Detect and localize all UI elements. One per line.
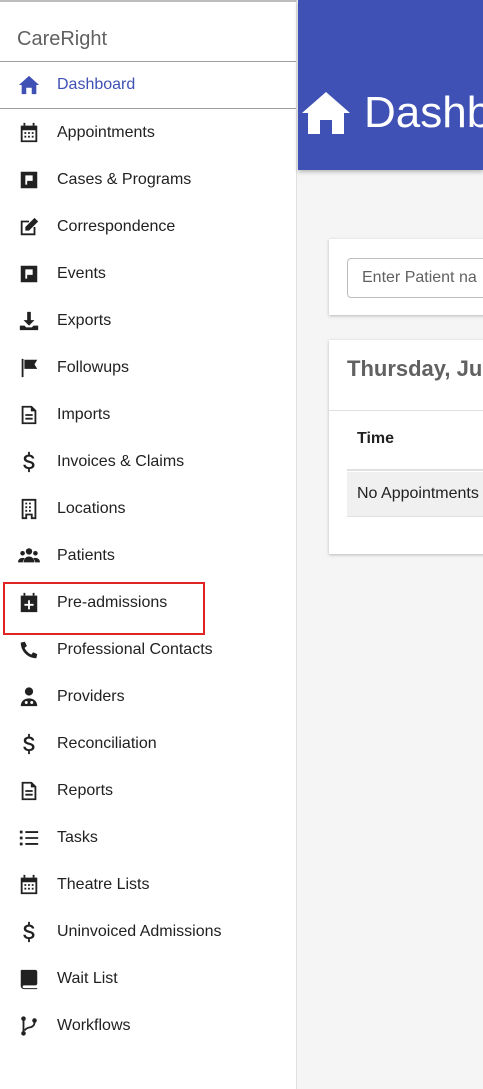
sidebar-item-label: Appointments	[57, 123, 155, 141]
sidebar-item-dashboard[interactable]: Dashboard	[0, 62, 296, 109]
document-icon	[17, 779, 41, 803]
sidebar-item-label: Locations	[57, 499, 126, 517]
appointments-card: Thursday, Ju Time No Appointments	[329, 340, 483, 554]
sidebar-item-label: Providers	[57, 687, 125, 705]
sidebar-item-label: Reports	[57, 781, 114, 799]
patient-search-card	[329, 239, 483, 315]
sidebar-item-label: Events	[57, 264, 106, 282]
sidebar-item-label: Pre-admissions	[57, 593, 168, 611]
sidebar-item-workflows[interactable]: Workflows	[0, 1002, 296, 1049]
branch-icon	[17, 1014, 41, 1038]
sidebar-item-label: Professional Contacts	[57, 640, 213, 658]
sidebar-item-theatre-lists[interactable]: Theatre Lists	[0, 861, 296, 908]
sidebar-item-label: Patients	[57, 546, 115, 564]
calendar-plus-icon	[17, 591, 41, 615]
appointments-date: Thursday, Ju	[347, 356, 483, 381]
sidebar-item-followups[interactable]: Followups	[0, 344, 296, 391]
sidebar-nav: Dashboard Appointments Cases & Programs Cor…	[0, 62, 296, 1049]
dollar-icon	[17, 732, 41, 756]
sidebar-item-label: Workflows	[57, 1016, 131, 1034]
sidebar-item-label: Uninvoiced Admissions	[57, 922, 222, 940]
patient-search-input[interactable]	[347, 258, 483, 298]
page-header: Dashb	[298, 0, 483, 170]
sidebar-item-label: Invoices & Claims	[57, 452, 185, 470]
sidebar-item-professional-contacts[interactable]: Professional Contacts	[0, 626, 296, 673]
sidebar-item-label: Cases & Programs	[57, 170, 192, 188]
sidebar-item-locations[interactable]: Locations	[0, 485, 296, 532]
sidebar-item-exports[interactable]: Exports	[0, 297, 296, 344]
doctor-icon	[17, 685, 41, 709]
calendar-icon	[17, 121, 41, 145]
sidebar-item-pre-admissions[interactable]: Pre-admissions	[0, 579, 296, 626]
sidebar-item-appointments[interactable]: Appointments	[0, 109, 296, 156]
document-icon	[17, 403, 41, 427]
book-icon	[17, 967, 41, 991]
table-row-empty: No Appointments	[347, 472, 483, 517]
home-icon	[17, 73, 41, 97]
sidebar-item-cases-programs[interactable]: Cases & Programs	[0, 156, 296, 203]
users-icon	[17, 544, 41, 568]
sidebar-item-providers[interactable]: Providers	[0, 673, 296, 720]
sidebar-item-label: Wait List	[57, 969, 118, 987]
list-icon	[17, 826, 41, 850]
sidebar-item-label: Correspondence	[57, 217, 176, 235]
app-brand: CareRight	[0, 2, 296, 62]
sidebar-item-events[interactable]: Events	[0, 250, 296, 297]
download-icon	[17, 309, 41, 333]
sidebar-item-reconciliation[interactable]: Reconciliation	[0, 720, 296, 767]
flag-square-icon	[17, 262, 41, 286]
building-icon	[17, 497, 41, 521]
sidebar-item-patients[interactable]: Patients	[0, 532, 296, 579]
flag-icon	[17, 356, 41, 380]
sidebar-item-tasks[interactable]: Tasks	[0, 814, 296, 861]
sidebar-item-invoices-claims[interactable]: Invoices & Claims	[0, 438, 296, 485]
flag-square-icon	[17, 168, 41, 192]
sidebar-item-reports[interactable]: Reports	[0, 767, 296, 814]
sidebar-item-label: Exports	[57, 311, 112, 329]
page-title: Dashb	[364, 88, 483, 137]
sidebar-item-label: Reconciliation	[57, 734, 157, 752]
divider	[329, 410, 483, 411]
sidebar-item-label: Followups	[57, 358, 130, 376]
sidebar-item-label: Dashboard	[57, 76, 136, 93]
sidebar-item-uninvoiced-admissions[interactable]: Uninvoiced Admissions	[0, 908, 296, 955]
sidebar: CareRight Dashboard Appointments Cases & P…	[0, 0, 297, 1089]
sidebar-item-correspondence[interactable]: Correspondence	[0, 203, 296, 250]
edit-icon	[17, 215, 41, 239]
dollar-icon	[17, 450, 41, 474]
dollar-icon	[17, 920, 41, 944]
sidebar-item-label: Imports	[57, 405, 111, 423]
table-header-time: Time	[347, 427, 483, 471]
phone-icon	[17, 638, 41, 662]
home-icon	[302, 92, 350, 134]
sidebar-item-label: Theatre Lists	[57, 875, 150, 893]
sidebar-item-imports[interactable]: Imports	[0, 391, 296, 438]
sidebar-item-label: Tasks	[57, 828, 98, 846]
sidebar-item-wait-list[interactable]: Wait List	[0, 955, 296, 1002]
calendar-icon	[17, 873, 41, 897]
